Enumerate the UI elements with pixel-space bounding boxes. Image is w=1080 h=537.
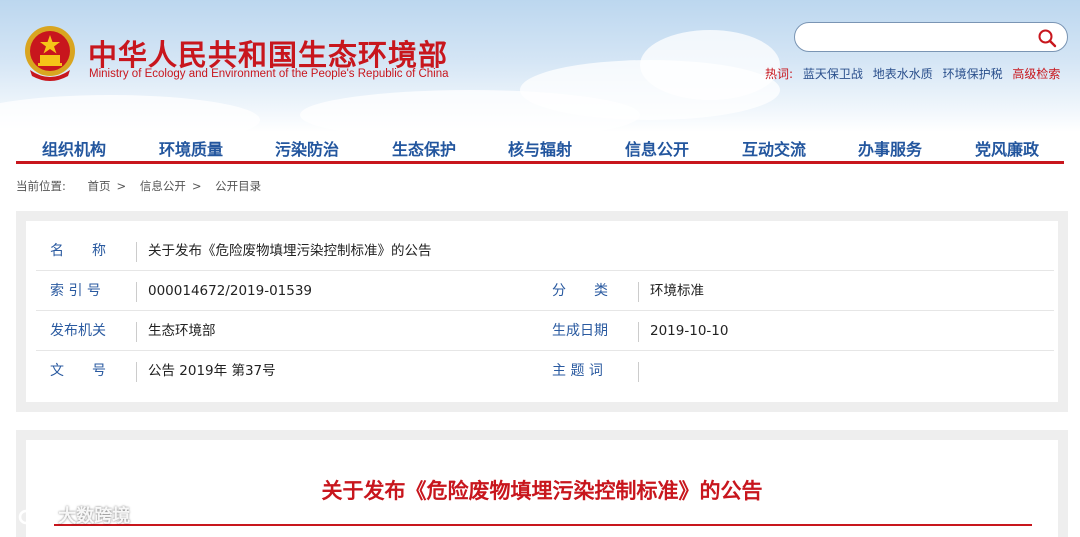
column-divider	[638, 362, 639, 382]
column-divider	[136, 242, 137, 262]
publisher-label: 发布机关	[50, 323, 106, 339]
publisher-value: 生态环境部	[148, 323, 216, 339]
document-info-table: 名 称 关于发布《危险废物填埋污染控制标准》的公告 索 引 号 00001467…	[26, 221, 1058, 402]
breadcrumb-separator: >	[116, 179, 127, 193]
article-body: 关于发布《危险废物填埋污染控制标准》的公告	[26, 440, 1058, 537]
hot-keywords-label: 热词:	[765, 67, 794, 81]
docno-label: 文 号	[50, 363, 106, 379]
site-header: 中华人民共和国生态环境部 Ministry of Ecology and Env…	[0, 0, 1080, 132]
hot-link-blue-sky[interactable]: 蓝天保卫战	[803, 67, 863, 81]
header-cloud-decoration	[640, 30, 780, 100]
nav-item-environment-quality[interactable]: 环境质量	[159, 136, 223, 160]
category-value: 环境标准	[650, 283, 704, 299]
nav-item-info-disclosure[interactable]: 信息公开	[625, 136, 689, 160]
hot-link-surface-water[interactable]: 地表水水质	[873, 67, 933, 81]
search-icon[interactable]	[1037, 28, 1057, 48]
hot-link-env-tax[interactable]: 环境保护税	[943, 67, 1003, 81]
info-row-publisher: 发布机关 生态环境部 生成日期 2019-10-10	[36, 311, 1054, 351]
breadcrumb-separator: >	[191, 179, 202, 193]
nav-item-organization[interactable]: 组织机构	[42, 136, 106, 160]
site-subtitle: Ministry of Ecology and Environment of t…	[89, 68, 449, 80]
watermark-text: 大数跨境	[58, 506, 131, 527]
hot-keywords: 热词: 蓝天保卫战 地表水水质 环境保护税 高级检索	[765, 65, 1060, 82]
document-info-panel: 名 称 关于发布《危险废物填埋污染控制标准》的公告 索 引 号 00001467…	[16, 211, 1068, 412]
column-divider	[638, 322, 639, 342]
info-row-docno: 文 号 公告 2019年 第37号 主 题 词	[36, 351, 1054, 391]
national-emblem-logo[interactable]	[22, 24, 78, 84]
advanced-search-link[interactable]: 高级检索	[1012, 67, 1060, 81]
nav-item-services[interactable]: 办事服务	[858, 136, 922, 160]
search-box[interactable]	[794, 22, 1068, 52]
nav-item-party-conduct[interactable]: 党风廉政	[975, 136, 1039, 160]
breadcrumb-item-catalog[interactable]: 公开目录	[215, 179, 261, 193]
breadcrumb-label: 当前位置:	[16, 179, 66, 193]
watermark: 大数跨境	[8, 502, 130, 530]
category-label: 分 类	[552, 283, 608, 299]
name-value: 关于发布《危险废物填埋污染控制标准》的公告	[148, 243, 432, 259]
search-input[interactable]	[809, 28, 1029, 46]
header-cloud-decoration	[300, 90, 640, 132]
nav-item-interaction[interactable]: 互动交流	[742, 136, 806, 160]
title-divider	[54, 524, 1032, 526]
watermark-logo-icon	[8, 506, 49, 528]
info-row-index: 索 引 号 000014672/2019-01539 分 类 环境标准	[36, 271, 1054, 311]
breadcrumb-item-info-disclosure[interactable]: 信息公开	[140, 179, 186, 193]
article-title: 关于发布《危险废物填埋污染控制标准》的公告	[321, 479, 763, 503]
main-nav: 组织机构 环境质量 污染防治 生态保护 核与辐射 信息公开 互动交流 办事服务 …	[16, 132, 1064, 164]
breadcrumb: 当前位置: 首页 > 信息公开 > 公开目录	[16, 178, 267, 194]
nav-item-ecology-protection[interactable]: 生态保护	[392, 136, 456, 160]
nav-item-nuclear-radiation[interactable]: 核与辐射	[508, 136, 572, 160]
nav-item-pollution-control[interactable]: 污染防治	[275, 136, 339, 160]
column-divider	[136, 362, 137, 382]
article-panel: 关于发布《危险废物填埋污染控制标准》的公告	[16, 430, 1068, 537]
subject-label: 主 题 词	[552, 363, 603, 379]
index-value: 000014672/2019-01539	[148, 283, 313, 299]
column-divider	[136, 282, 137, 302]
date-value: 2019-10-10	[650, 323, 729, 339]
info-row-name: 名 称 关于发布《危险废物填埋污染控制标准》的公告	[36, 231, 1054, 271]
header-cloud-decoration	[0, 95, 260, 132]
docno-value: 公告 2019年 第37号	[148, 363, 276, 379]
column-divider	[638, 282, 639, 302]
breadcrumb-item-home[interactable]: 首页	[88, 179, 111, 193]
date-label: 生成日期	[552, 323, 608, 339]
index-label: 索 引 号	[50, 283, 101, 299]
name-label: 名 称	[50, 243, 106, 259]
column-divider	[136, 322, 137, 342]
